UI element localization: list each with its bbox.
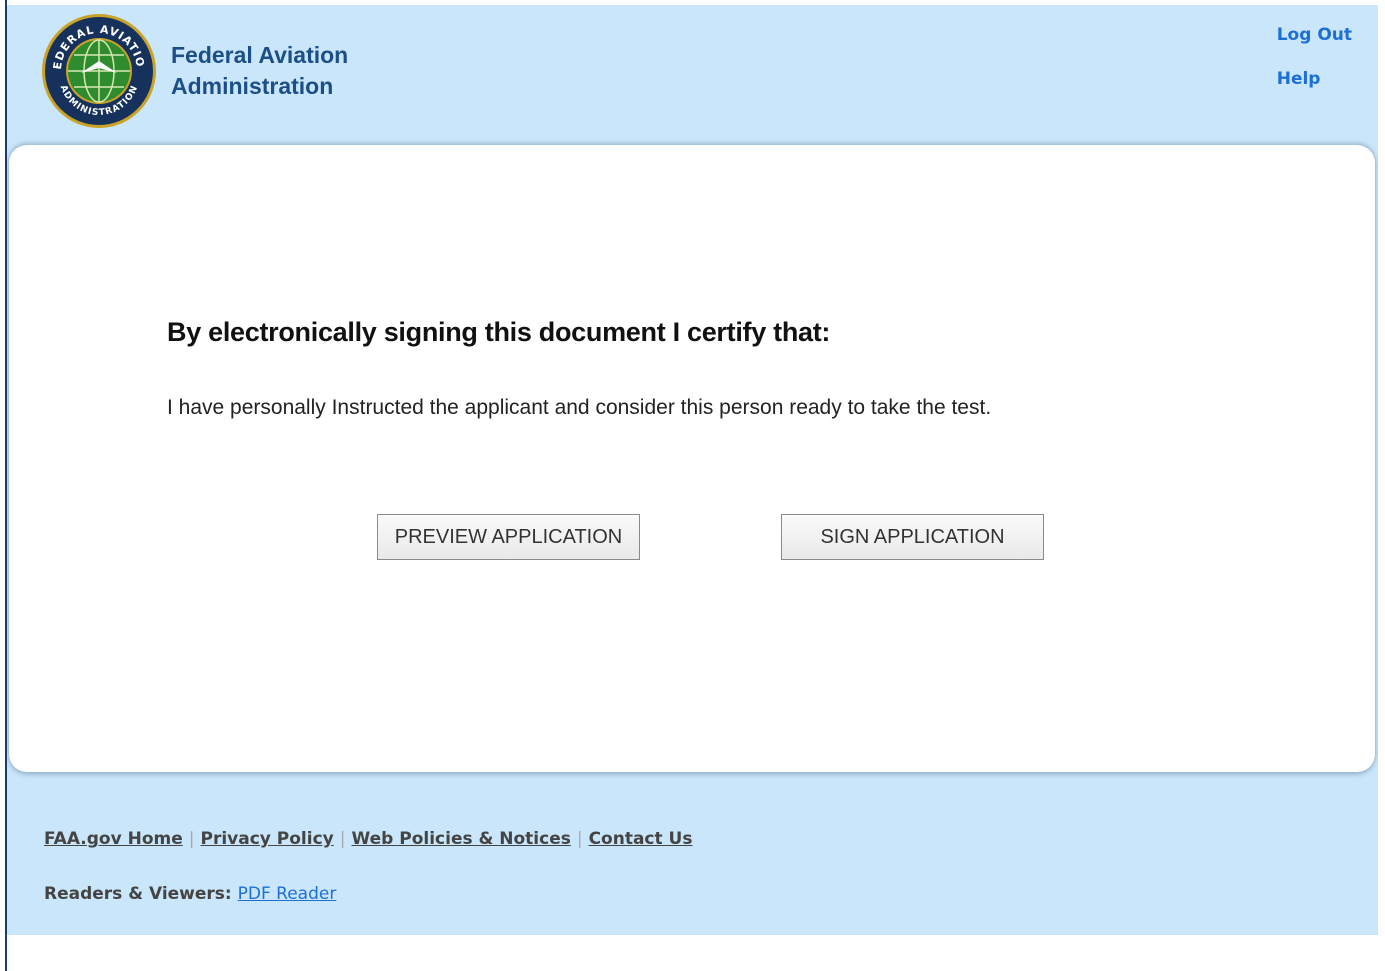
- certification-heading: By electronically signing this document …: [167, 317, 831, 347]
- readers-label: Readers & Viewers:: [44, 884, 232, 904]
- sign-application-button[interactable]: SIGN APPLICATION: [781, 514, 1044, 560]
- footer-separator: |: [188, 829, 195, 849]
- pdf-reader-link[interactable]: PDF Reader: [238, 884, 337, 904]
- agency-name-line2: Administration: [171, 73, 334, 99]
- help-link[interactable]: Help: [1277, 69, 1352, 89]
- browser-frame: FEDERAL AVIATION ADMINISTRATION Federal …: [0, 0, 1385, 971]
- agency-name-line1: Federal Aviation: [171, 42, 349, 68]
- top-nav: Log Out Help: [1277, 25, 1352, 113]
- page: FEDERAL AVIATION ADMINISTRATION Federal …: [7, 3, 1378, 935]
- faa-seal-logo: FEDERAL AVIATION ADMINISTRATION: [36, 3, 157, 129]
- log-out-link[interactable]: Log Out: [1277, 25, 1352, 45]
- web-policies-link[interactable]: Web Policies & Notices: [351, 829, 570, 849]
- contact-us-link[interactable]: Contact Us: [589, 829, 693, 849]
- certification-statement: I have personally Instructed the applica…: [167, 396, 992, 419]
- content-card: By electronically signing this document …: [9, 145, 1375, 772]
- preview-application-button[interactable]: PREVIEW APPLICATION: [377, 514, 640, 560]
- agency-name: Federal Aviation Administration: [171, 40, 348, 102]
- faa-home-link[interactable]: FAA.gov Home: [44, 829, 183, 849]
- footer-separator: |: [576, 829, 583, 849]
- footer-separator: |: [339, 829, 346, 849]
- privacy-policy-link[interactable]: Privacy Policy: [200, 829, 333, 849]
- footer-links: FAA.gov Home | Privacy Policy | Web Policies…: [44, 829, 692, 849]
- readers-viewers: Readers & Viewers: PDF Reader: [44, 884, 336, 904]
